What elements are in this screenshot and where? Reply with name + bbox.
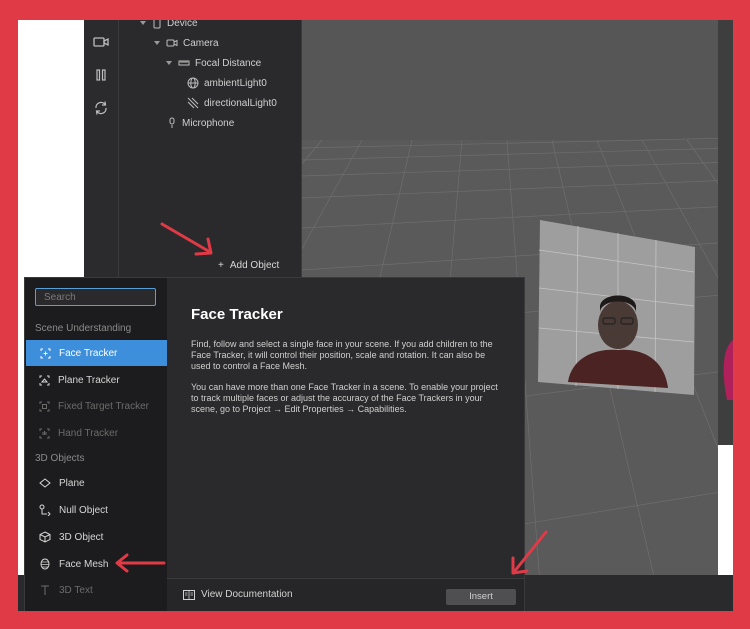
search-placeholder: Search: [44, 292, 76, 303]
book-icon: [183, 589, 195, 600]
add-object-dialog: Search Scene Understanding Face Tracker …: [24, 277, 525, 611]
tree-item-focal-distance[interactable]: Focal Distance: [165, 54, 261, 72]
item-label: Plane Tracker: [58, 374, 120, 386]
globe-icon: [187, 77, 199, 89]
detail-paragraph: Find, follow and select a single face in…: [191, 339, 493, 371]
view-documentation-label: View Documentation: [201, 589, 293, 600]
item-label: Null Object: [59, 504, 108, 516]
item-fixed-target-tracker[interactable]: Fixed Target Tracker: [25, 393, 167, 419]
chevron-down-icon[interactable]: [153, 39, 161, 47]
face-tracker-preview: [538, 220, 695, 395]
tree-item-label: directionalLight0: [204, 97, 277, 109]
plane-icon: [39, 478, 51, 488]
tree-item-device[interactable]: Device: [139, 20, 198, 32]
chevron-down-icon[interactable]: [165, 59, 173, 67]
tree-item-label: Microphone: [182, 117, 235, 129]
tree-item-camera[interactable]: Camera: [153, 34, 219, 52]
view-documentation-link[interactable]: View Documentation: [183, 589, 293, 600]
tree-item-label: Device: [167, 20, 198, 29]
section-label: Scene Understanding: [35, 323, 132, 334]
microphone-icon: [169, 117, 175, 128]
item-label: Plane: [59, 477, 85, 489]
tree-item-label: Camera: [183, 37, 219, 49]
item-face-tracker[interactable]: Face Tracker: [26, 340, 167, 366]
camera-icon: [166, 39, 178, 47]
face-tracker-icon: [40, 348, 51, 358]
screenshot-area: Device Camera Focal Distance ambientLigh…: [18, 20, 733, 611]
section-label: 3D Objects: [35, 453, 85, 464]
refresh-icon[interactable]: [93, 100, 109, 116]
text-icon: [41, 585, 49, 595]
tree-item-label: Focal Distance: [195, 57, 262, 69]
hand-tracker-icon: [39, 428, 50, 438]
item-plane-tracker[interactable]: Plane Tracker: [25, 367, 167, 393]
item-label: 3D Text: [59, 584, 93, 596]
detail-paragraph: You can have more than one Face Tracker …: [191, 382, 498, 414]
add-object-label: Add Object: [229, 260, 280, 271]
item-3d-text[interactable]: 3D Text: [25, 577, 167, 603]
item-3d-object[interactable]: 3D Object: [25, 524, 167, 550]
cube-icon: [39, 531, 51, 543]
target-tracker-icon: [39, 401, 50, 411]
add-object-button[interactable]: + Add Object: [218, 260, 279, 271]
insert-button[interactable]: Insert: [446, 589, 516, 605]
dialog-detail: Face Tracker Find, follow and select a s…: [167, 278, 524, 578]
item-hand-tracker[interactable]: Hand Tracker: [25, 420, 167, 446]
tree-item-ambient-light[interactable]: ambientLight0: [187, 74, 267, 92]
face-mesh-icon: [40, 558, 50, 570]
annotation-arrow-icon: [115, 553, 166, 573]
null-object-icon: [39, 504, 51, 516]
item-label: Face Mesh: [59, 558, 109, 570]
annotation-arrow-icon: [511, 530, 548, 575]
ruler-icon: [178, 60, 190, 66]
directional-light-icon: [187, 97, 199, 109]
dialog-footer: View Documentation Insert: [167, 578, 524, 611]
item-label: Face Tracker: [59, 347, 118, 359]
chevron-down-icon[interactable]: [139, 20, 147, 27]
search-input[interactable]: Search: [35, 288, 156, 306]
plus-icon: +: [218, 260, 224, 271]
tree-item-directional-light[interactable]: directionalLight0: [187, 94, 277, 112]
item-null-object[interactable]: Null Object: [25, 497, 167, 523]
plane-tracker-icon: [39, 375, 50, 385]
pause-icon[interactable]: [93, 67, 109, 83]
item-plane[interactable]: Plane: [25, 470, 167, 496]
annotation-arrow-icon: [160, 222, 213, 256]
tree-item-label: ambientLight0: [204, 77, 267, 89]
video-camera-icon[interactable]: [93, 34, 109, 50]
device-icon: [153, 20, 161, 29]
magenta-object: [723, 340, 733, 400]
tree-item-microphone[interactable]: Microphone: [167, 114, 234, 132]
detail-title: Face Tracker: [191, 306, 283, 323]
item-label: Fixed Target Tracker: [58, 400, 149, 412]
item-label: Hand Tracker: [58, 427, 119, 439]
item-label: 3D Object: [59, 531, 104, 543]
